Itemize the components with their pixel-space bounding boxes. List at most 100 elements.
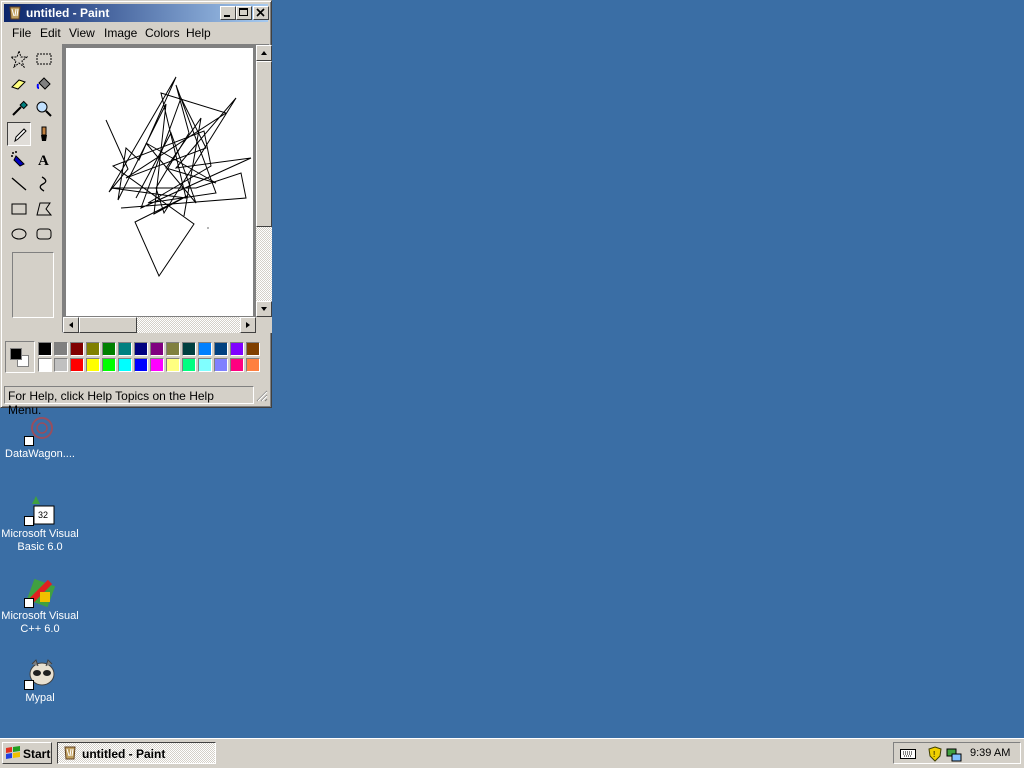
maximize-icon	[239, 8, 248, 16]
menu-image[interactable]: Image	[104, 26, 137, 40]
color-swatch[interactable]	[118, 358, 132, 372]
status-bar: For Help, click Help Topics on the Help …	[4, 386, 268, 417]
magnifier-icon	[36, 101, 52, 117]
color-swatch[interactable]	[86, 342, 100, 356]
menu-edit[interactable]: Edit	[40, 26, 61, 40]
minimize-button[interactable]	[220, 6, 236, 20]
tool-line[interactable]	[7, 172, 31, 196]
tool-rectangle[interactable]	[7, 197, 31, 221]
tool-pencil[interactable]	[7, 122, 31, 146]
horizontal-scrollbar[interactable]	[63, 317, 256, 333]
color-swatch[interactable]	[214, 342, 228, 356]
shortcut-arrow-icon	[24, 436, 34, 446]
color-swatch[interactable]	[86, 358, 100, 372]
menu-bar: File Edit View Image Colors Help	[4, 23, 268, 42]
airbrush-icon	[11, 151, 25, 167]
color-swatch[interactable]	[70, 358, 84, 372]
curve-icon	[39, 176, 47, 192]
color-palette	[4, 339, 268, 375]
tool-ellipse[interactable]	[7, 222, 31, 246]
tool-pick-color[interactable]	[7, 97, 31, 121]
color-swatch[interactable]	[134, 342, 148, 356]
color-swatch[interactable]	[54, 342, 68, 356]
desktop-icon-datawagon[interactable]: DataWagon....	[0, 414, 80, 461]
desktop-icon-mypal[interactable]: Mypal	[0, 658, 80, 705]
horizontal-scroll-thumb[interactable]	[79, 317, 137, 333]
rounded-rectangle-icon	[36, 228, 52, 240]
arrow-up-icon	[261, 51, 267, 55]
drawing-canvas[interactable]	[66, 48, 253, 316]
desktop-icon-visual-basic[interactable]: 32 Microsoft Visual Basic 6.0	[0, 494, 80, 554]
scroll-up-button[interactable]	[256, 45, 272, 61]
tool-free-form-select[interactable]	[7, 47, 31, 71]
desktop-icon-visual-cpp[interactable]: Microsoft Visual C++ 6.0	[0, 576, 80, 636]
tool-text[interactable]: A	[32, 147, 56, 171]
color-swatch[interactable]	[166, 342, 180, 356]
tool-options-box[interactable]	[12, 252, 54, 318]
tool-curve[interactable]	[32, 172, 56, 196]
close-button[interactable]	[253, 6, 269, 20]
color-swatch[interactable]	[166, 358, 180, 372]
scroll-corner	[256, 317, 272, 333]
tool-eraser[interactable]	[7, 72, 31, 96]
color-swatch[interactable]	[198, 342, 212, 356]
color-swatch[interactable]	[182, 342, 196, 356]
toolbox: A	[6, 46, 58, 322]
paint-window: untitled - Paint File Edit View Image Co…	[0, 0, 272, 417]
vertical-scroll-thumb[interactable]	[256, 61, 272, 227]
color-swatch[interactable]	[118, 342, 132, 356]
color-swatch[interactable]	[38, 342, 52, 356]
scroll-down-button[interactable]	[256, 301, 272, 317]
tool-select[interactable]	[32, 47, 56, 71]
color-swatch[interactable]	[38, 358, 52, 372]
color-swatch[interactable]	[54, 358, 68, 372]
color-swatch[interactable]	[150, 358, 164, 372]
color-swatch[interactable]	[134, 358, 148, 372]
svg-text:!: !	[933, 750, 935, 759]
network-icon[interactable]	[946, 746, 962, 762]
menu-file[interactable]: File	[12, 26, 31, 40]
scroll-right-button[interactable]	[240, 317, 256, 333]
color-swatch[interactable]	[182, 358, 196, 372]
color-swatch[interactable]	[230, 358, 244, 372]
menu-view[interactable]: View	[69, 26, 95, 40]
windows-logo-icon	[6, 746, 20, 759]
tool-rounded-rectangle[interactable]	[32, 222, 56, 246]
menu-colors[interactable]: Colors	[145, 26, 180, 40]
color-swatch[interactable]	[230, 342, 244, 356]
scroll-left-button[interactable]	[63, 317, 79, 333]
rect-select-icon	[36, 53, 52, 65]
color-swatch[interactable]	[70, 342, 84, 356]
tool-airbrush[interactable]	[7, 147, 31, 171]
color-swatch[interactable]	[198, 358, 212, 372]
canvas-area	[62, 44, 272, 333]
color-swatch[interactable]	[246, 358, 260, 372]
text-icon: A	[38, 153, 49, 168]
maximize-button[interactable]	[236, 6, 252, 20]
color-swatch[interactable]	[246, 342, 260, 356]
tool-magnifier[interactable]	[32, 97, 56, 121]
paint-bucket-icon	[36, 77, 51, 90]
polygon-icon	[36, 202, 53, 216]
shortcut-arrow-icon	[24, 598, 34, 608]
clock: 9:39 AM	[970, 747, 1011, 759]
tool-polygon[interactable]	[32, 197, 56, 221]
eyedropper-icon	[12, 100, 28, 116]
taskbar-button-paint[interactable]: untitled - Paint	[57, 742, 216, 764]
tool-brush[interactable]	[32, 122, 56, 146]
color-swatch[interactable]	[214, 358, 228, 372]
keyboard-icon[interactable]	[900, 747, 916, 759]
title-bar[interactable]: untitled - Paint	[4, 4, 269, 22]
taskbar-button-label: untitled - Paint	[82, 747, 166, 761]
vertical-scrollbar[interactable]	[256, 45, 272, 317]
shield-icon[interactable]: !	[928, 746, 942, 762]
color-swatch[interactable]	[102, 342, 116, 356]
resize-grip-icon[interactable]	[256, 390, 268, 402]
start-button[interactable]: Start	[2, 742, 52, 764]
color-swatch[interactable]	[102, 358, 116, 372]
color-swatch[interactable]	[150, 342, 164, 356]
menu-help[interactable]: Help	[186, 26, 211, 40]
ellipse-icon	[11, 228, 27, 240]
tool-fill[interactable]	[32, 72, 56, 96]
current-colors-box[interactable]	[5, 341, 35, 373]
